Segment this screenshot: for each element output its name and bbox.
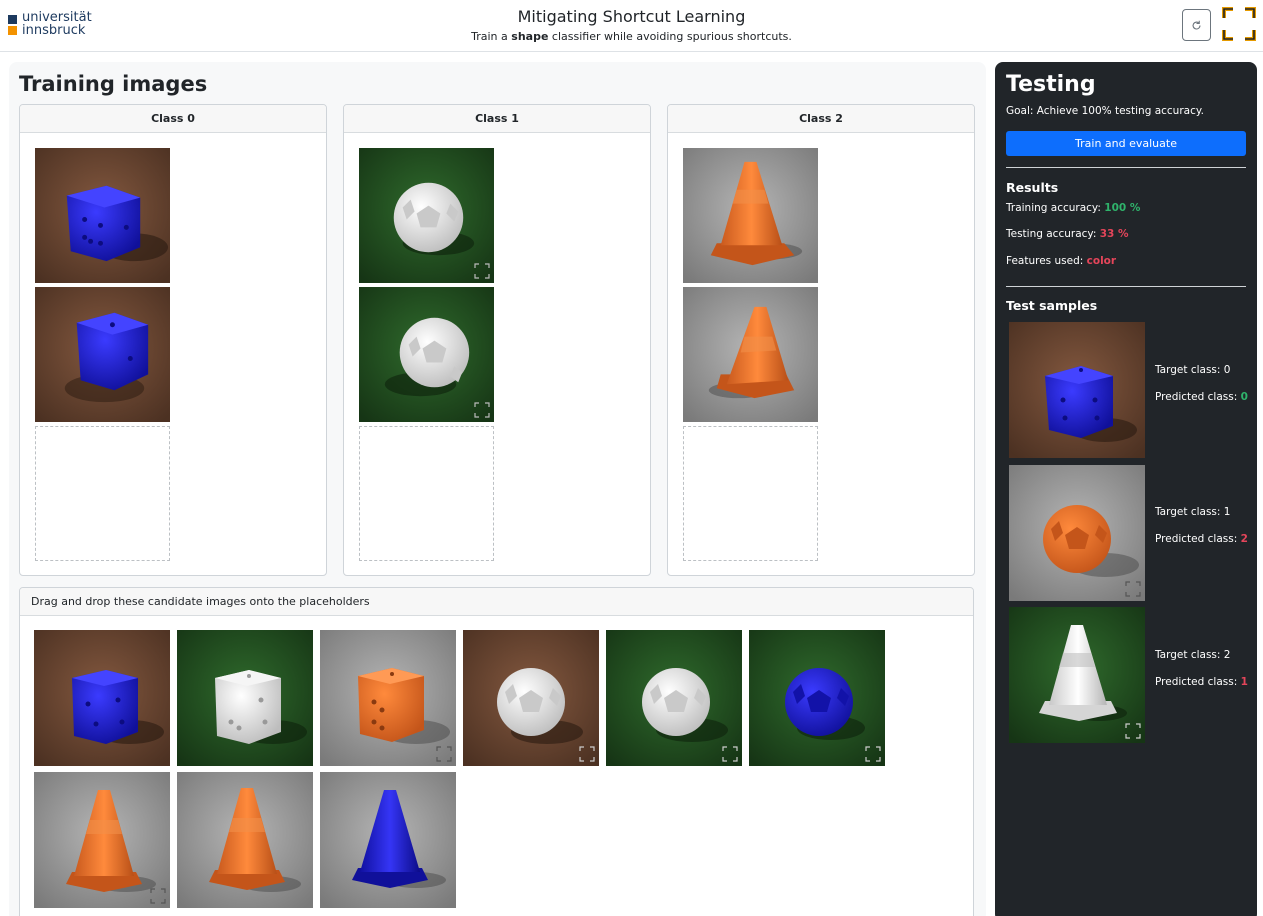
training-images-title: Training images	[19, 72, 208, 96]
candidate-blue-dice-soil[interactable]	[34, 630, 170, 766]
sample-1-predicted: Predicted class: 0	[1155, 391, 1248, 403]
candidate-orange-cone-asphalt[interactable]	[34, 772, 170, 908]
sample-2-target: Target class: 1	[1155, 506, 1231, 518]
fullscreen-button[interactable]	[1221, 6, 1257, 42]
expand-icon	[865, 746, 881, 762]
candidate-blue-ball-grass[interactable]	[749, 630, 885, 766]
training-image-white-ball-grass[interactable]	[359, 148, 494, 283]
training-image-orange-cone-asphalt-2[interactable]	[683, 287, 818, 422]
training-image-white-ball-grass-2[interactable]	[359, 287, 494, 422]
expand-icon	[474, 402, 490, 418]
sample-3-target: Target class: 2	[1155, 649, 1231, 661]
class-0-placeholder[interactable]	[35, 426, 170, 561]
expand-icon	[474, 263, 490, 279]
sample-2-predicted: Predicted class: 2	[1155, 533, 1248, 545]
candidate-blue-cone-asphalt[interactable]	[320, 772, 456, 908]
candidate-images-panel: Drag and drop these candidate images ont…	[19, 587, 974, 916]
app-subtitle: Train a shape classifier while avoiding …	[471, 30, 792, 43]
candidate-instructions: Drag and drop these candidate images ont…	[20, 588, 973, 616]
reload-icon	[1192, 20, 1201, 30]
training-image-blue-dice-soil-2[interactable]	[35, 287, 170, 422]
training-image-blue-dice-soil[interactable]	[35, 148, 170, 283]
class-0-header: Class 0	[20, 105, 326, 133]
sample-1-target: Target class: 0	[1155, 364, 1231, 376]
fullscreen-icon	[1222, 7, 1256, 41]
expand-icon	[150, 888, 166, 904]
training-accuracy-value: 100 %	[1104, 202, 1141, 214]
testing-accuracy: Testing accuracy: 33 %	[1006, 228, 1129, 240]
expand-icon	[436, 746, 452, 762]
expand-icon	[1125, 581, 1141, 597]
test-sample-white-cone-grass	[1009, 607, 1145, 743]
training-image-orange-cone-asphalt[interactable]	[683, 148, 818, 283]
class-2-placeholder[interactable]	[683, 426, 818, 561]
candidate-white-dice-grass[interactable]	[177, 630, 313, 766]
test-sample-blue-dice-soil	[1009, 322, 1145, 458]
app-header: universität innsbruck Mitigating Shortcu…	[0, 0, 1263, 52]
train-and-evaluate-button[interactable]: Train and evaluate	[1006, 131, 1246, 156]
sample-3-predicted: Predicted class: 1	[1155, 676, 1248, 688]
results-title: Results	[1006, 180, 1059, 195]
expand-icon	[722, 746, 738, 762]
features-used: Features used: color	[1006, 255, 1117, 267]
divider	[1006, 167, 1246, 168]
class-2-header: Class 2	[668, 105, 974, 133]
candidate-orange-cone-asphalt-2[interactable]	[177, 772, 313, 908]
testing-panel: Testing Goal: Achieve 100% testing accur…	[995, 62, 1257, 916]
app-title: Mitigating Shortcut Learning	[517, 7, 746, 26]
testing-title: Testing	[1006, 72, 1096, 97]
reload-button[interactable]	[1182, 9, 1211, 41]
class-1-placeholder[interactable]	[359, 426, 494, 561]
features-used-value: color	[1086, 255, 1117, 267]
class-1-dropzone[interactable]: Class 1	[343, 104, 651, 576]
class-1-header: Class 1	[344, 105, 650, 133]
training-accuracy: Training accuracy: 100 %	[1006, 202, 1141, 214]
divider	[1006, 286, 1246, 287]
candidate-orange-dice-asphalt[interactable]	[320, 630, 456, 766]
class-0-dropzone[interactable]: Class 0	[19, 104, 327, 576]
class-2-dropzone[interactable]: Class 2	[667, 104, 975, 576]
candidate-white-ball-soil[interactable]	[463, 630, 599, 766]
test-samples-title: Test samples	[1006, 298, 1098, 313]
expand-icon	[579, 746, 595, 762]
testing-goal: Goal: Achieve 100% testing accuracy.	[1006, 105, 1204, 117]
test-sample-orange-ball-asphalt	[1009, 465, 1145, 601]
candidate-white-ball-grass[interactable]	[606, 630, 742, 766]
testing-accuracy-value: 33 %	[1099, 228, 1129, 240]
expand-icon	[1125, 723, 1141, 739]
